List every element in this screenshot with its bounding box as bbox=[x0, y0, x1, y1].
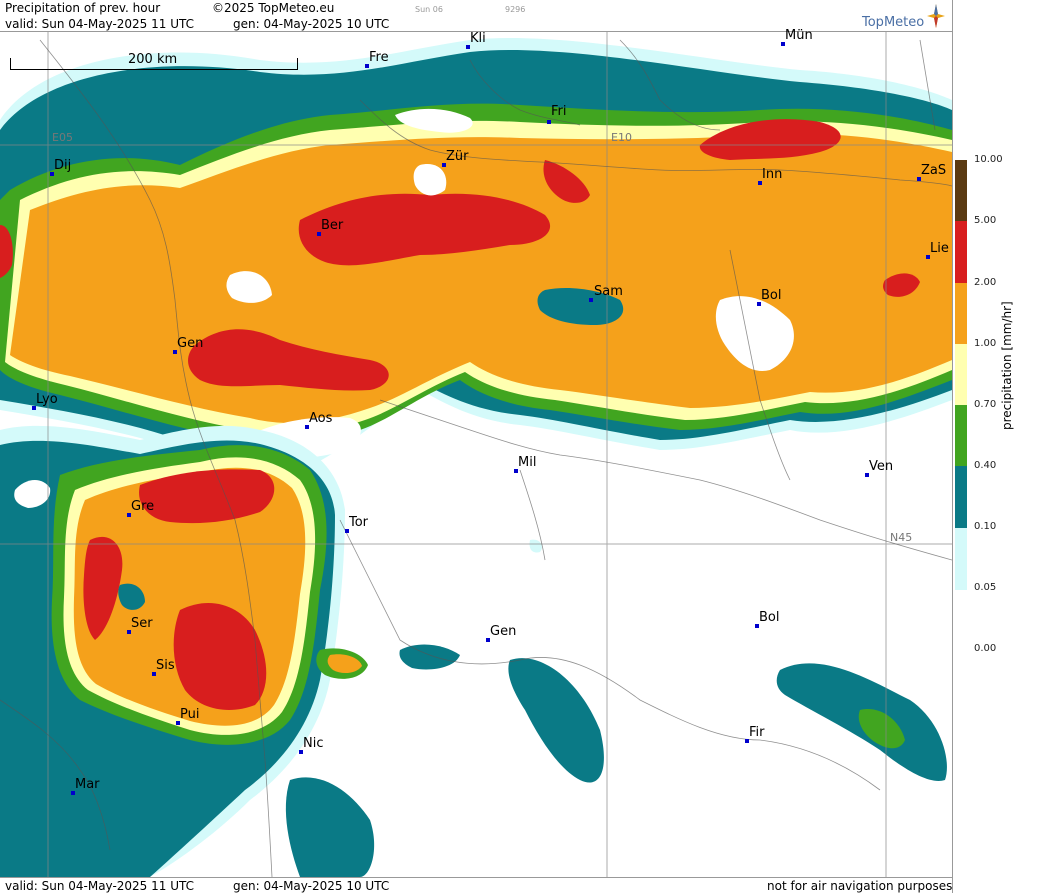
city-label[interactable]: Fir bbox=[749, 725, 765, 740]
grid-label-n45: N45 bbox=[890, 531, 913, 544]
legend-swatch bbox=[955, 221, 967, 283]
precipitation-map[interactable] bbox=[0, 32, 952, 877]
compass-star-icon bbox=[927, 4, 945, 28]
city-dot bbox=[547, 120, 551, 124]
legend-tick: 0.40 bbox=[974, 460, 997, 471]
valid-time: valid: Sun 04-May-2025 11 UTC bbox=[5, 17, 194, 31]
city-label[interactable]: Mar bbox=[75, 777, 100, 792]
city-label[interactable]: Bol bbox=[761, 288, 781, 303]
map-footer: valid: Sun 04-May-2025 11 UTC gen: 04-Ma… bbox=[0, 877, 952, 893]
legend-tick: 2.00 bbox=[974, 277, 997, 288]
city-label[interactable]: Dij bbox=[54, 158, 71, 173]
city-label[interactable]: ZaS bbox=[921, 163, 946, 178]
navigation-disclaimer: not for air navigation purposes bbox=[767, 879, 953, 893]
legend-tick: 5.00 bbox=[974, 215, 997, 226]
legend-tick: 0.05 bbox=[974, 582, 997, 593]
legend-tick: 10.00 bbox=[974, 154, 1003, 165]
city-label[interactable]: Sam bbox=[594, 284, 623, 299]
legend-swatch bbox=[955, 283, 967, 344]
footer-valid-time: valid: Sun 04-May-2025 11 UTC bbox=[5, 879, 194, 893]
city-label[interactable]: Gen bbox=[177, 336, 203, 351]
city-label[interactable]: Inn bbox=[762, 167, 782, 182]
legend-swatch bbox=[955, 344, 967, 405]
grid-label-e10: E10 bbox=[611, 131, 632, 144]
city-label[interactable]: Sis bbox=[156, 658, 175, 673]
topmeteo-logo: TopMeteo bbox=[862, 15, 925, 30]
map-title: Precipitation of prev. hour bbox=[5, 1, 161, 15]
city-label[interactable]: Mil bbox=[518, 455, 536, 470]
next-step-label[interactable]: Sun 06 bbox=[415, 5, 443, 14]
map-code: 9296 bbox=[505, 5, 526, 14]
city-dot bbox=[589, 298, 593, 302]
legend-unit-label: precipitation [mm/hr] bbox=[1000, 301, 1014, 430]
legend-tick: 0.70 bbox=[974, 399, 997, 410]
grid-label-e05: E05 bbox=[52, 131, 73, 144]
city-label[interactable]: Zür bbox=[446, 149, 469, 164]
legend-tick: 0.10 bbox=[974, 521, 997, 532]
scale-label: 200 km bbox=[128, 52, 178, 67]
legend-color-bar bbox=[955, 160, 967, 590]
legend-swatch bbox=[955, 160, 967, 221]
legend-tick: 1.00 bbox=[974, 338, 997, 349]
city-label[interactable]: Pui bbox=[180, 707, 199, 722]
city-label[interactable]: Ser bbox=[131, 616, 153, 631]
city-label[interactable]: Tor bbox=[349, 515, 368, 530]
city-label[interactable]: Aos bbox=[309, 411, 332, 426]
city-label[interactable]: Lyo bbox=[36, 392, 58, 407]
city-label[interactable]: Bol bbox=[759, 610, 779, 625]
city-label[interactable]: Lie bbox=[930, 241, 949, 256]
precipitation-map-view: Precipitation of prev. hour ©2025 TopMet… bbox=[0, 0, 1045, 893]
city-label[interactable]: Ber bbox=[321, 218, 343, 233]
precip-field-alps-north bbox=[0, 37, 952, 474]
copyright: ©2025 TopMeteo.eu bbox=[212, 1, 335, 15]
legend-swatch bbox=[955, 528, 967, 590]
legend-swatch bbox=[955, 466, 967, 528]
city-label[interactable]: Fre bbox=[369, 50, 389, 65]
footer-generated-time: gen: 04-May-2025 10 UTC bbox=[233, 879, 390, 893]
generated-time: gen: 04-May-2025 10 UTC bbox=[233, 17, 390, 31]
city-label[interactable]: Mün bbox=[785, 28, 813, 43]
city-label[interactable]: Gen bbox=[490, 624, 516, 639]
city-label[interactable]: Fri bbox=[551, 104, 567, 119]
city-label[interactable]: Gre bbox=[131, 499, 154, 514]
city-label[interactable]: Ven bbox=[869, 459, 893, 474]
legend-swatch bbox=[955, 405, 967, 466]
city-label[interactable]: Kli bbox=[470, 31, 486, 46]
legend-tick: 0.00 bbox=[974, 643, 997, 654]
city-label[interactable]: Nic bbox=[303, 736, 323, 751]
